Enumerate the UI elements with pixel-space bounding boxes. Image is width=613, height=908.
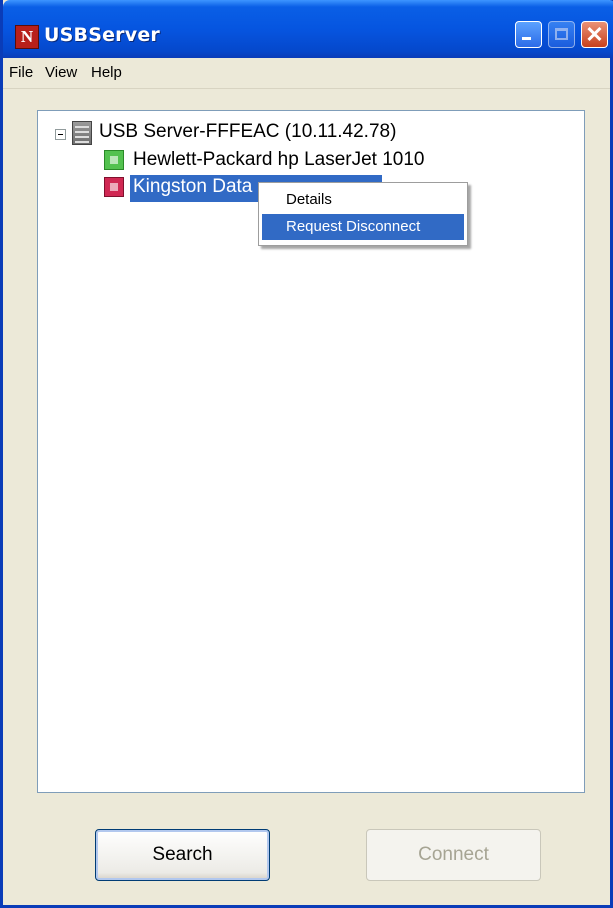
context-menu: Details Request Disconnect [258,182,468,246]
menu-help[interactable]: Help [91,64,122,81]
search-button[interactable]: Search [95,829,270,881]
tree-item-server[interactable]: USB Server-FFFEAC (10.11.42.78) [99,121,396,143]
minimize-icon [522,37,531,40]
menu-file[interactable]: File [9,64,33,81]
menu-bar: File View Help [3,58,610,89]
close-button[interactable]: ✕ [581,21,608,48]
tree-item-device[interactable]: Kingston Data [133,176,252,198]
server-icon [72,121,92,145]
connect-button[interactable]: Connect [366,829,541,881]
title-bar[interactable]: N USBServer ✕ [3,0,613,58]
app-icon: N [15,25,39,49]
menu-view[interactable]: View [45,64,77,81]
collapse-icon[interactable] [55,129,66,140]
menu-item-request-disconnect[interactable]: Request Disconnect [262,214,464,240]
device-in-use-icon [104,177,124,197]
maximize-button[interactable] [548,21,575,48]
minimize-button[interactable] [515,21,542,48]
menu-item-details[interactable]: Details [262,187,464,213]
tree-item-device[interactable]: Hewlett-Packard hp LaserJet 1010 [133,149,425,171]
maximize-icon [555,28,568,40]
usbserver-window: N USBServer ✕ File View Help USB Server-… [0,0,613,908]
close-icon: ✕ [585,22,604,47]
window-title: USBServer [44,24,160,46]
device-connected-icon [104,150,124,170]
